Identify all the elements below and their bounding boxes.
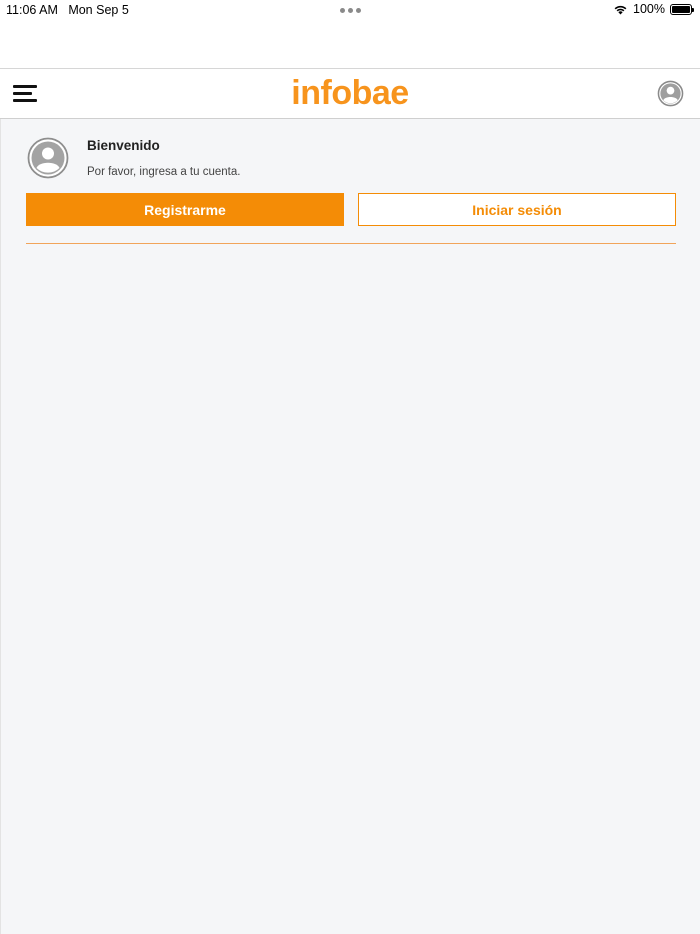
- welcome-title: Bienvenido: [87, 138, 160, 153]
- section-divider: [26, 243, 676, 244]
- battery-percent: 100%: [633, 2, 665, 16]
- register-button[interactable]: Registrarme: [26, 193, 344, 226]
- login-button[interactable]: Iniciar sesión: [358, 193, 676, 226]
- app-header: infobae: [0, 68, 700, 119]
- account-panel: Bienvenido Por favor, ingresa a tu cuent…: [0, 119, 700, 934]
- welcome-subtitle: Por favor, ingresa a tu cuenta.: [87, 166, 241, 178]
- status-time-text: 11:06 AM: [6, 3, 58, 17]
- status-bar: 11:06 AM Mon Sep 5 100%: [0, 0, 700, 20]
- battery-icon: [670, 3, 694, 15]
- status-time: 11:06 AM Mon Sep 5: [6, 3, 129, 17]
- wifi-icon: [614, 5, 627, 14]
- user-avatar-icon: [27, 137, 69, 179]
- user-profile-icon[interactable]: [657, 80, 684, 107]
- status-date-text: Mon Sep 5: [68, 3, 129, 17]
- multitasking-dots-icon[interactable]: [340, 8, 361, 13]
- infobae-logo[interactable]: infobae: [0, 74, 700, 113]
- status-right: 100%: [613, 2, 694, 16]
